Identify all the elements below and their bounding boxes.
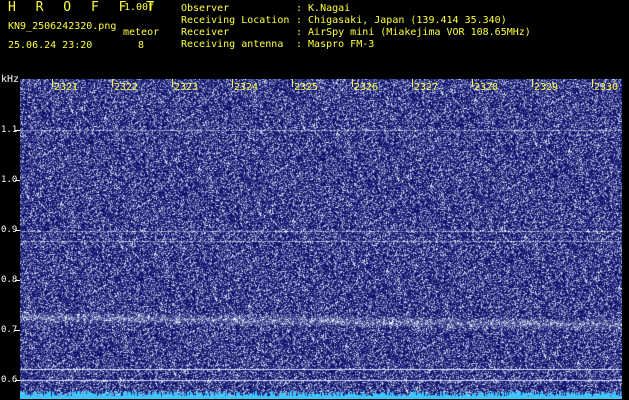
y-tick [15, 380, 20, 381]
info-value-receiver: : AirSpy mini (Miakejima VOR 108.65MHz) [296, 27, 531, 38]
y-tick [15, 130, 20, 131]
version-label: 1.00f [124, 2, 155, 13]
info-value-location: : Chigasaki, Japan (139.414 35.340) [296, 15, 507, 26]
info-key-location: Receiving Location [181, 15, 290, 26]
spectrogram-canvas [20, 79, 622, 399]
y-tick [15, 230, 20, 231]
spectrogram-plot [20, 79, 622, 399]
x-tick [292, 79, 293, 87]
x-tick [412, 79, 413, 87]
timestamp-label: 25.06.24 23:20 [8, 40, 93, 51]
x-label-2326: 2326 [354, 82, 379, 93]
x-tick [352, 79, 353, 87]
y-tick [15, 280, 20, 281]
x-tick [232, 79, 233, 87]
x-tick [52, 79, 53, 87]
x-tick [592, 79, 593, 87]
info-value-antenna: : Maspro FM-3 [296, 39, 375, 50]
x-label-2322: 2322 [114, 82, 139, 93]
x-tick [172, 79, 173, 87]
x-label-2330: 2330 [594, 82, 619, 93]
x-label-2324: 2324 [234, 82, 259, 93]
y-tick [15, 180, 20, 181]
x-label-2328: 2328 [474, 82, 499, 93]
x-label-2327: 2327 [414, 82, 439, 93]
meteor-label: meteor [123, 27, 160, 38]
info-key-observer: Observer [181, 3, 230, 14]
info-key-receiver: Receiver [181, 27, 230, 38]
header-panel: H R O F F T 1.00f KN9_2506242320.png met… [0, 0, 629, 72]
x-label-2325: 2325 [294, 82, 319, 93]
filename-label: KN9_2506242320.png [8, 21, 117, 32]
x-tick [472, 79, 473, 87]
info-value-observer: : K.Nagai [296, 3, 351, 14]
x-tick [532, 79, 533, 87]
y-axis-unit: kHz [1, 74, 20, 85]
x-label-2329: 2329 [534, 82, 559, 93]
x-tick [112, 79, 113, 87]
x-label-2321: 2321 [54, 82, 79, 93]
x-label-2323: 2323 [174, 82, 199, 93]
meteor-count: 8 [138, 40, 145, 51]
y-tick [15, 330, 20, 331]
info-key-antenna: Receiving antenna [181, 39, 284, 50]
